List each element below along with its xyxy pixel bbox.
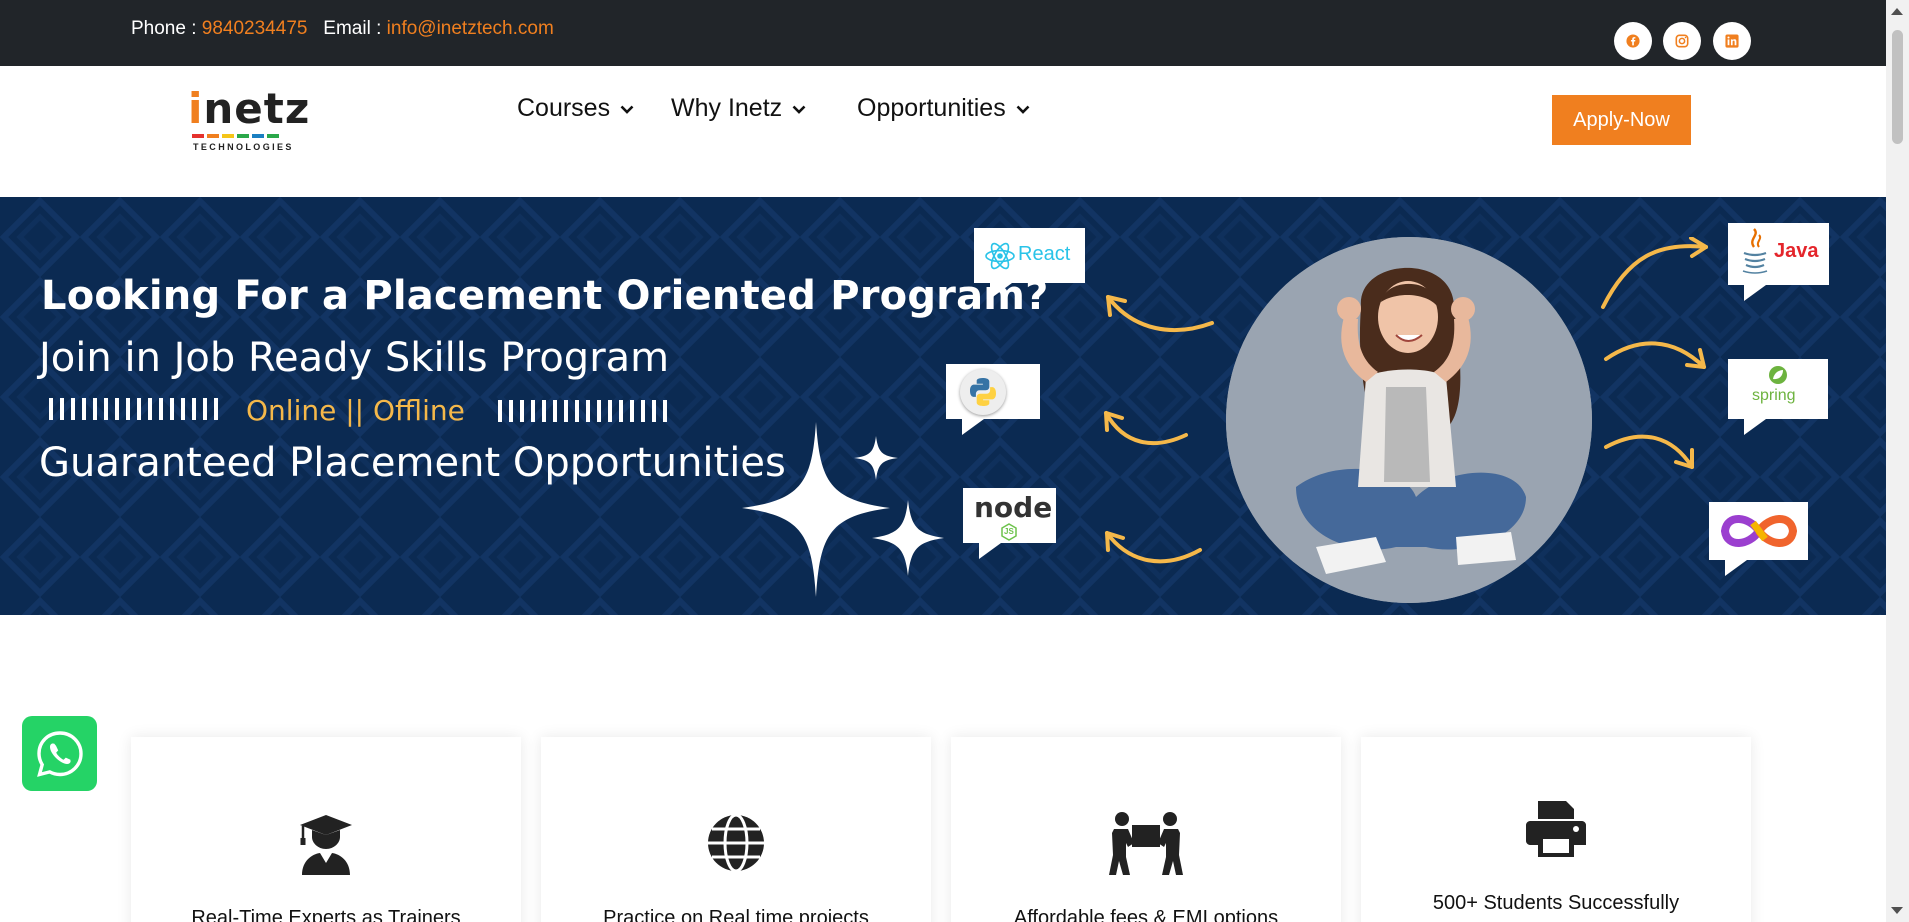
inetz-logo[interactable]: inetz TECHNOLOGIES [188,86,310,156]
react-label: React [1018,243,1071,265]
feature-text-projects: Practice on Real time projects [603,907,869,922]
feature-card-students: 500+ Students Successfully [1361,737,1751,922]
whatsapp-button[interactable] [22,716,97,791]
decorative-ticks-left [49,398,218,420]
facebook-button[interactable] [1614,22,1652,60]
student-photo [1226,237,1592,603]
react-badge: React [974,228,1085,299]
site-header: inetz TECHNOLOGIES Courses Why Inetz Opp… [0,66,1886,197]
people-carry-icon [1109,812,1183,875]
email-label: Email : [323,18,387,39]
feature-text-fees: Affordable fees & EMI options [1013,907,1279,922]
linkedin-button[interactable] [1713,22,1751,60]
decorative-ticks-right [498,400,667,422]
scroll-thumb[interactable] [1892,30,1903,144]
feature-card-fees: Affordable fees & EMI options [951,737,1341,922]
chevron-down-icon [620,105,634,114]
nav-why-inetz-label: Why Inetz [671,94,783,122]
nav-why-inetz[interactable]: Why Inetz [671,94,807,123]
phone-link[interactable]: 9840234475 [202,18,308,39]
facebook-icon [1626,34,1640,48]
spring-label: spring [1752,387,1796,404]
hero-banner: Looking For a Placement Oriented Program… [0,197,1886,615]
nodejs-sublabel: JS [1004,527,1014,536]
instagram-button[interactable] [1663,22,1701,60]
celebrating-student-illustration [1226,237,1592,603]
nodejs-badge: node JS [963,488,1056,559]
logo-wordmark: inetz [188,84,311,133]
react-icon [985,242,1015,270]
nodejs-label: node [974,491,1053,524]
contact-info: Phone : 9840234475 Email : info@inetztec… [131,18,554,40]
nav-opportunities[interactable]: Opportunities [857,94,1031,123]
logo-subtitle: TECHNOLOGIES [193,142,294,152]
spring-badge: spring [1728,359,1828,435]
arrows-right-icon [1601,237,1708,469]
spring-leaf-icon [1769,366,1787,384]
graduate-icon [300,815,352,875]
python-icon [970,378,996,406]
hero-mode-text: Online || Offline [246,394,465,427]
feature-card-trainers: Real-Time Experts as Trainers [131,737,521,922]
arrows-left-icon [1104,295,1214,564]
whatsapp-icon [36,730,83,777]
top-contact-bar: Phone : 9840234475 Email : info@inetztec… [0,0,1886,66]
python-badge [946,364,1040,435]
chevron-down-icon [1016,105,1030,114]
nav-courses[interactable]: Courses [517,94,635,123]
scroll-down-arrow-icon[interactable] [1891,907,1903,914]
instagram-icon [1675,34,1689,48]
java-label: Java [1774,240,1819,262]
sparkle-icon [742,422,944,597]
java-badge: Java [1728,223,1829,301]
page: Phone : 9840234475 Email : info@inetztec… [0,0,1909,922]
printer-icon [1526,801,1586,857]
vertical-scrollbar[interactable] [1886,0,1909,922]
feature-text-trainers: Real-Time Experts as Trainers [191,907,461,922]
linkedin-icon [1725,34,1739,48]
phone-label: Phone : [131,18,202,39]
java-cup-icon [1742,228,1768,274]
logo-color-bars [192,134,279,138]
devops-infinity-icon [1720,515,1798,547]
feature-card-projects: Practice on Real time projects [541,737,931,922]
nav-opportunities-label: Opportunities [857,94,1006,122]
hero-tagline: Guaranteed Placement Opportunities [39,440,786,486]
nav-courses-label: Courses [517,94,611,122]
hero-subtitle: Join in Job Ready Skills Program [39,335,670,381]
hero-title: Looking For a Placement Oriented Program… [41,273,1049,319]
chevron-down-icon [792,105,806,114]
apply-now-button[interactable]: Apply-Now [1552,95,1691,145]
globe-icon [708,813,764,873]
devops-badge [1709,502,1808,576]
scroll-up-arrow-icon[interactable] [1891,8,1903,15]
feature-text-students: 500+ Students Successfully [1432,892,1680,914]
email-link[interactable]: info@inetztech.com [387,18,554,39]
